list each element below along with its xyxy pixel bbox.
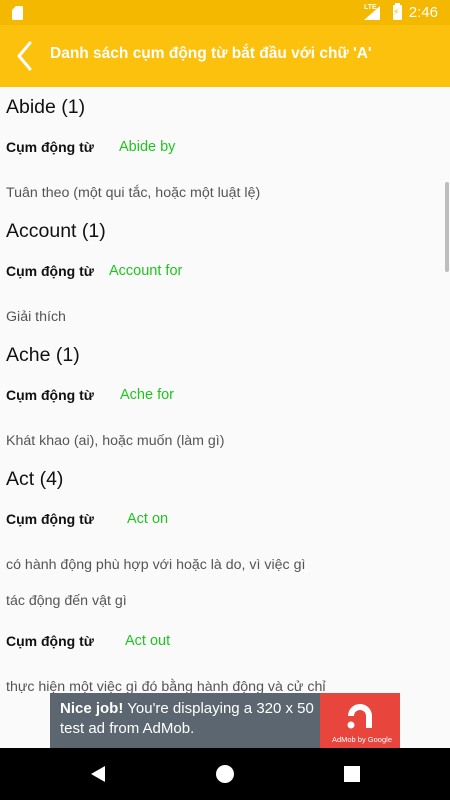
ad-caption: AdMob by Google	[331, 735, 392, 744]
phrase-meaning: Khát khao (ai), hoặc muốn (làm gì)	[6, 433, 225, 449]
recents-square-icon	[344, 766, 360, 782]
phrase-meaning: Giải thích	[6, 309, 66, 325]
nav-back-button[interactable]	[86, 762, 110, 786]
phrase-label: Cụm động từ	[6, 511, 94, 527]
phrase-meaning: thực hiện một việc gì đó bằng hành động …	[6, 679, 326, 693]
verb-group: Account (1) Cụm động từ Account for Giải…	[0, 211, 450, 335]
back-triangle-icon	[91, 766, 105, 782]
verb-group: Act (4) Cụm động từ Act on có hành động …	[0, 459, 450, 693]
verb-group: Ache (1) Cụm động từ Ache for Khát khao …	[0, 335, 450, 459]
verb-group-title: Act (4)	[6, 468, 64, 490]
app-bar: Danh sách cụm động từ bắt đầu với chữ 'A…	[0, 25, 450, 87]
phrase-label: Cụm động từ	[6, 263, 94, 279]
verb-group-title: Ache (1)	[6, 344, 80, 366]
verb-group-title: Abide (1)	[6, 96, 86, 118]
page-title: Danh sách cụm động từ bắt đầu với chữ 'A…	[50, 45, 372, 62]
phrase-label: Cụm động từ	[6, 139, 94, 155]
home-circle-icon	[216, 765, 234, 783]
phrase-label: Cụm động từ	[6, 387, 94, 403]
phrase-meaning: có hành động phù hợp với hoặc là do, vì …	[6, 557, 306, 573]
ad-headline: Nice job!	[60, 700, 124, 717]
ad-banner[interactable]: Nice job! You're displaying a 320 x 50 t…	[50, 693, 400, 748]
sd-card-icon	[12, 6, 23, 20]
phrase-row[interactable]: Cụm động từ Account for	[6, 249, 450, 299]
chevron-left-icon	[17, 41, 32, 71]
verb-group-title: Account (1)	[6, 220, 106, 242]
admob-logo-icon	[347, 704, 372, 729]
phrase-meaning: Tuân theo (một qui tắc, hoặc một luật lệ…	[6, 185, 261, 201]
ad-logo-panel: AdMob by Google	[320, 693, 400, 748]
nav-home-button[interactable]	[213, 762, 237, 786]
phrase-meaning: tác động đến vật gì	[6, 593, 127, 609]
system-nav-bar	[0, 748, 450, 800]
phrase-row[interactable]: Cụm động từ Act on	[6, 497, 450, 547]
phrase-row[interactable]: Cụm động từ Ache for	[6, 373, 450, 423]
phrase-value: Ache for	[120, 387, 174, 403]
scrollbar[interactable]	[445, 182, 449, 272]
back-button[interactable]	[10, 39, 44, 73]
phrase-row[interactable]: Cụm động từ Act out	[6, 619, 450, 669]
phrase-label: Cụm động từ	[6, 633, 94, 649]
status-bar: LTE 2:46	[0, 0, 450, 25]
phrasal-verb-list[interactable]: Abide (1) Cụm động từ Abide by Tuân theo…	[0, 87, 450, 693]
verb-group: Abide (1) Cụm động từ Abide by Tuân theo…	[0, 87, 450, 211]
battery-charging-icon	[393, 3, 402, 20]
ad-text: Nice job! You're displaying a 320 x 50 t…	[60, 699, 330, 739]
phrase-value: Act on	[127, 511, 169, 527]
status-clock: 2:46	[408, 4, 438, 21]
phrase-value: Account for	[109, 263, 183, 279]
phrase-value: Abide by	[119, 139, 176, 155]
network-type: LTE	[364, 4, 377, 11]
nav-recents-button[interactable]	[340, 762, 364, 786]
phrase-value: Act out	[125, 633, 171, 649]
phrase-row[interactable]: Cụm động từ Abide by	[6, 125, 450, 175]
